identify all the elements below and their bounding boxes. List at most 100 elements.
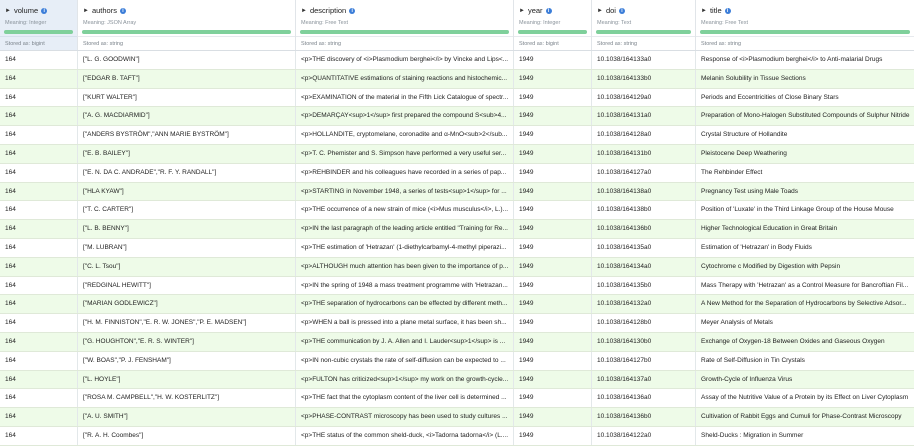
- column-title-line[interactable]: ► doi i: [592, 0, 695, 17]
- info-icon[interactable]: i: [724, 7, 731, 14]
- table-row[interactable]: 164 ["H. M. FINNISTON","E. R. W. JONES","…: [0, 314, 914, 333]
- table-cell-description[interactable]: <p>STARTING in November 1948, a series o…: [296, 182, 514, 201]
- table-row[interactable]: 164 ["R. A. H. Coombes"] <p>THE status of …: [0, 426, 914, 446]
- table-cell-description[interactable]: <p>HOLLANDITE, cryptomelane, coronadite …: [296, 126, 514, 144]
- table-cell-description[interactable]: <p>WHEN a ball is pressed into a plane m…: [296, 314, 514, 332]
- table-cell-title[interactable]: Exchange of Oxygen-18 Between Oxides and…: [696, 333, 914, 351]
- table-row[interactable]: 164 ["MARIAN GODLEWICZ"] <p>THE separation…: [0, 295, 914, 315]
- table-cell-authors[interactable]: ["A. G. MACDIARMID"]: [78, 107, 296, 126]
- table-cell-authors[interactable]: ["G. HOUGHTON","E. R. S. WINTER"]: [78, 332, 296, 351]
- table-cell-volume[interactable]: 164: [0, 69, 78, 88]
- table-row[interactable]: 164 ["REDGINAL HEWITT"] <p>IN the spring o…: [0, 276, 914, 296]
- table-cell-year[interactable]: 1949: [514, 69, 592, 88]
- table-cell-title[interactable]: Meyer Analysis of Metals: [696, 314, 914, 332]
- caret-right-icon[interactable]: ►: [5, 8, 11, 14]
- table-cell-year[interactable]: 1949: [514, 182, 592, 201]
- table-cell-doi[interactable]: 10.1038/164137a0: [592, 370, 696, 389]
- table-cell-doi[interactable]: 10.1038/164136a0: [592, 389, 696, 408]
- table-cell-volume[interactable]: 164: [0, 182, 78, 201]
- table-row[interactable]: 164 ["G. HOUGHTON","E. R. S. WINTER"] <p>T…: [0, 332, 914, 352]
- column-title-line[interactable]: ► volume i: [0, 0, 77, 17]
- table-row[interactable]: 164 ["L. B. BENNY"] <p>IN the last paragra…: [0, 220, 914, 239]
- table-cell-doi[interactable]: 10.1038/164138a0: [592, 182, 696, 201]
- table-row[interactable]: 164 ["HLA KYAW"] <p>STARTING in November 1…: [0, 182, 914, 202]
- table-cell-title[interactable]: Periods and Eccentricities of Close Bina…: [696, 89, 914, 107]
- table-cell-description[interactable]: <p>IN the spring of 1948 a mass treatmen…: [296, 276, 514, 295]
- table-cell-volume[interactable]: 164: [0, 332, 78, 351]
- caret-right-icon[interactable]: ►: [597, 8, 603, 14]
- table-cell-doi[interactable]: 10.1038/164127a0: [592, 163, 696, 182]
- table-cell-volume[interactable]: 164: [0, 126, 78, 144]
- table-cell-authors[interactable]: ["HLA KYAW"]: [78, 182, 296, 201]
- table-cell-authors[interactable]: ["E. B. BAILEY"]: [78, 144, 296, 163]
- table-row[interactable]: 164 ["M. LUBRAN"] <p>THE estimation of 'He…: [0, 238, 914, 258]
- table-cell-authors[interactable]: ["E. N. DA C. ANDRADE","R. F. Y. RANDALL…: [78, 163, 296, 182]
- table-cell-doi[interactable]: 10.1038/164131b0: [592, 144, 696, 163]
- column-title-line[interactable]: ► year i: [514, 0, 591, 17]
- table-cell-description[interactable]: <p>THE discovery of <i>Plasmodium berghe…: [296, 51, 514, 69]
- table-cell-doi[interactable]: 10.1038/164131a0: [592, 107, 696, 126]
- table-cell-year[interactable]: 1949: [514, 351, 592, 370]
- table-cell-description[interactable]: <p>PHASE-CONTRAST microscopy has been us…: [296, 408, 514, 426]
- table-cell-volume[interactable]: 164: [0, 107, 78, 126]
- column-title-line[interactable]: ► authors i: [78, 0, 295, 17]
- table-cell-doi[interactable]: 10.1038/164129a0: [592, 88, 696, 107]
- table-cell-title[interactable]: Melanin Solubility in Tissue Sections: [696, 70, 914, 88]
- info-icon[interactable]: i: [349, 7, 356, 14]
- table-row[interactable]: 164 ["T. C. CARTER"] <p>THE occurrence of …: [0, 201, 914, 221]
- table-cell-description[interactable]: <p>IN non-cubic crystals the rate of sel…: [296, 351, 514, 370]
- column-header-2[interactable]: ► description i Meaning: Free Text Stored as…: [296, 0, 514, 50]
- table-cell-authors[interactable]: ["L. G. GOODWIN"]: [78, 51, 296, 69]
- table-cell-volume[interactable]: 164: [0, 295, 78, 314]
- table-cell-volume[interactable]: 164: [0, 389, 78, 408]
- column-header-3[interactable]: ► year i Meaning: Integer Stored as: bigint: [514, 0, 592, 50]
- table-cell-authors[interactable]: ["REDGINAL HEWITT"]: [78, 276, 296, 295]
- table-cell-description[interactable]: <p>DEMARÇAY<sup>1</sup> first prepared t…: [296, 107, 514, 126]
- table-cell-year[interactable]: 1949: [514, 370, 592, 389]
- table-cell-doi[interactable]: 10.1038/164128b0: [592, 314, 696, 332]
- table-cell-doi[interactable]: 10.1038/164134a0: [592, 257, 696, 276]
- table-cell-title[interactable]: A New Method for the Separation of Hydro…: [696, 295, 914, 313]
- table-row[interactable]: 164 ["E. B. BAILEY"] <p>T. C. Phemister an…: [0, 144, 914, 164]
- table-row[interactable]: 164 ["EDGAR B. TAFT"] <p>QUANTITATIVE esti…: [0, 69, 914, 89]
- table-cell-doi[interactable]: 10.1038/164136b0: [592, 220, 696, 238]
- table-cell-description[interactable]: <p>THE estimation of 'Hetrazan' (1-dieth…: [296, 238, 514, 257]
- table-cell-title[interactable]: Estimation of 'Hetrazan' in Body Fluids: [696, 239, 914, 257]
- table-row[interactable]: 164 ["A. U. SMITH"] <p>PHASE-CONTRAST micr…: [0, 408, 914, 427]
- info-icon[interactable]: i: [545, 7, 552, 14]
- table-cell-volume[interactable]: 164: [0, 408, 78, 426]
- table-cell-title[interactable]: Crystal Structure of Hollandite: [696, 126, 914, 144]
- table-cell-year[interactable]: 1949: [514, 51, 592, 69]
- table-cell-volume[interactable]: 164: [0, 220, 78, 238]
- table-cell-authors[interactable]: ["MARIAN GODLEWICZ"]: [78, 295, 296, 314]
- table-cell-description[interactable]: <p>IN the last paragraph of the leading …: [296, 220, 514, 238]
- info-icon[interactable]: i: [618, 7, 625, 14]
- table-cell-year[interactable]: 1949: [514, 426, 592, 445]
- table-cell-title[interactable]: Cytochrome c Modified by Digestion with …: [696, 258, 914, 276]
- table-cell-description[interactable]: <p>THE separation of hydrocarbons can be…: [296, 295, 514, 314]
- table-row[interactable]: 164 ["L. G. GOODWIN"] <p>THE discovery of …: [0, 51, 914, 70]
- table-row[interactable]: 164 ["ROSA M. CAMPBELL","H. W. KOSTERLITZ…: [0, 389, 914, 409]
- table-cell-description[interactable]: <p>THE fact that the cytoplasm content o…: [296, 389, 514, 408]
- table-cell-volume[interactable]: 164: [0, 88, 78, 107]
- table-row[interactable]: 164 ["A. G. MACDIARMID"] <p>DEMARÇAY<sup>1…: [0, 107, 914, 127]
- table-cell-title[interactable]: Assay of the Nutritive Value of a Protei…: [696, 389, 914, 407]
- table-cell-year[interactable]: 1949: [514, 389, 592, 408]
- table-cell-volume[interactable]: 164: [0, 314, 78, 332]
- table-cell-year[interactable]: 1949: [514, 126, 592, 144]
- table-cell-title[interactable]: Higher Technological Education in Great …: [696, 220, 914, 238]
- table-cell-doi[interactable]: 10.1038/164138b0: [592, 201, 696, 220]
- table-cell-authors[interactable]: ["KURT WALTER"]: [78, 88, 296, 107]
- table-cell-doi[interactable]: 10.1038/164133a0: [592, 51, 696, 69]
- table-cell-doi[interactable]: 10.1038/164130b0: [592, 332, 696, 351]
- table-cell-title[interactable]: Mass Therapy with 'Hetrazan' as a Contro…: [696, 277, 914, 295]
- table-cell-year[interactable]: 1949: [514, 88, 592, 107]
- table-cell-doi[interactable]: 10.1038/164127b0: [592, 351, 696, 370]
- caret-right-icon[interactable]: ►: [83, 8, 89, 14]
- table-cell-authors[interactable]: ["EDGAR B. TAFT"]: [78, 69, 296, 88]
- table-cell-year[interactable]: 1949: [514, 238, 592, 257]
- table-cell-title[interactable]: Response of <i>Plasmodium berghei</i> to…: [696, 51, 914, 69]
- caret-right-icon[interactable]: ►: [519, 8, 525, 14]
- table-cell-year[interactable]: 1949: [514, 314, 592, 332]
- table-cell-volume[interactable]: 164: [0, 163, 78, 182]
